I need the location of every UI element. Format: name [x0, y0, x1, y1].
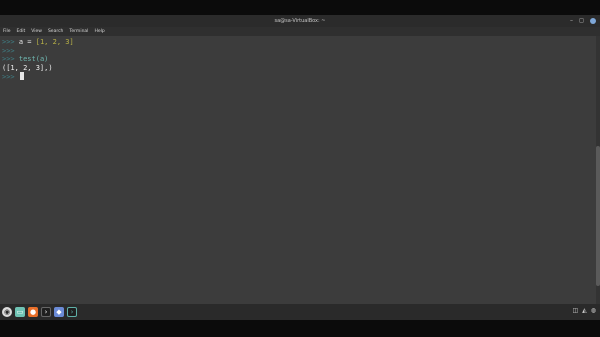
- terminal-scrollbar[interactable]: [596, 36, 600, 304]
- menu-icon[interactable]: ◉: [2, 307, 12, 317]
- menu-terminal[interactable]: Terminal: [69, 29, 88, 34]
- terminal-icon[interactable]: ›: [41, 307, 51, 317]
- taskbar: ◉ ▭ ● › ◆ › ◫ ◭ ◍: [0, 304, 600, 320]
- terminal-icon[interactable]: ›: [67, 307, 77, 317]
- terminal-line: >>>: [2, 72, 594, 81]
- menu-view[interactable]: View: [31, 29, 42, 34]
- power-icon[interactable]: ◍: [591, 307, 596, 314]
- command-list: [1, 2, 3]: [35, 38, 74, 46]
- command-op: =: [23, 38, 36, 46]
- terminal-output-line: ([1, 2, 3],): [2, 63, 53, 72]
- prompt: >>>: [2, 38, 15, 46]
- terminal-line: >>> test(a): [2, 55, 594, 64]
- maximize-icon[interactable]: ◻: [579, 17, 584, 25]
- prompt: >>>: [2, 73, 15, 81]
- window-titlebar[interactable]: sa@sa-VirtualBox: ~ – ◻ x: [0, 15, 600, 27]
- menu-help[interactable]: Help: [94, 29, 104, 34]
- prompt: >>>: [2, 46, 15, 55]
- terminal-line: >>> a = [1, 2, 3]: [2, 38, 594, 47]
- minimize-icon[interactable]: –: [570, 17, 573, 25]
- prompt: >>>: [2, 55, 15, 63]
- settings-icon[interactable]: ◆: [54, 307, 64, 317]
- system-tray: ◫ ◭ ◍: [572, 307, 596, 314]
- scrollbar-thumb[interactable]: [596, 146, 600, 286]
- terminal-line: >>>: [2, 47, 594, 56]
- menu-file[interactable]: File: [3, 29, 11, 34]
- text-cursor: [19, 72, 24, 80]
- firefox-icon[interactable]: ●: [28, 307, 38, 317]
- window-controls: – ◻ x: [570, 17, 596, 25]
- terminal-output[interactable]: >>> a = [1, 2, 3] >>> >>> test(a) ([1, 2…: [0, 36, 596, 304]
- files-icon[interactable]: ▭: [15, 307, 25, 317]
- menu-bar: File Edit View Search Terminal Help: [0, 27, 600, 36]
- network-icon[interactable]: ◫: [572, 307, 578, 314]
- menu-edit[interactable]: Edit: [17, 29, 26, 34]
- menu-search[interactable]: Search: [48, 29, 63, 34]
- volume-icon[interactable]: ◭: [582, 307, 587, 314]
- desktop-screen: sa@sa-VirtualBox: ~ – ◻ x File Edit View…: [0, 15, 600, 320]
- close-icon[interactable]: x: [590, 18, 596, 24]
- window-title: sa@sa-VirtualBox: ~: [274, 18, 326, 24]
- command-call: test(a): [18, 55, 49, 63]
